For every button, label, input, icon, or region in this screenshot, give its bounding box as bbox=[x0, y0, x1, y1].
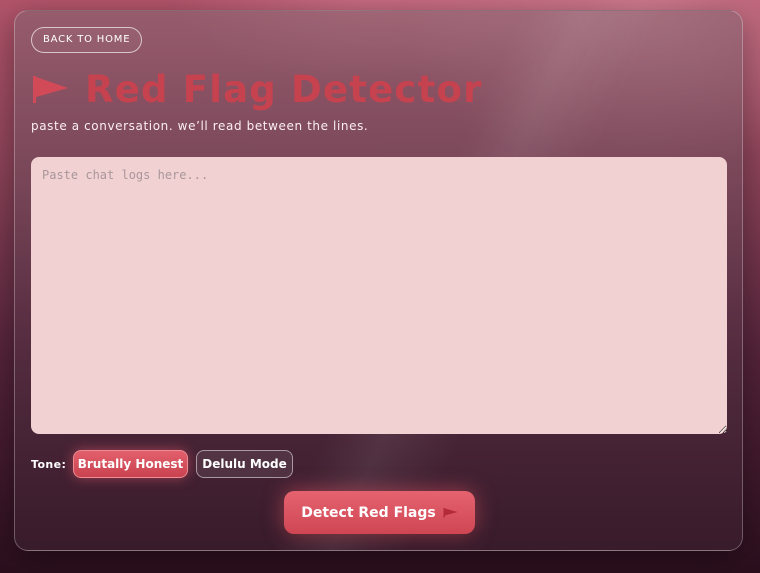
title-row: Red Flag Detector bbox=[31, 65, 483, 113]
detect-button-label: Detect Red Flags bbox=[301, 504, 436, 521]
page-title: Red Flag Detector bbox=[85, 67, 483, 111]
chat-logs-input[interactable] bbox=[31, 157, 727, 434]
red-flag-icon bbox=[443, 508, 458, 518]
page-subtitle: paste a conversation. we’ll read between… bbox=[31, 119, 369, 133]
tone-brutally-honest-button[interactable]: Brutally Honest bbox=[73, 450, 188, 478]
detect-red-flags-button[interactable]: Detect Red Flags bbox=[284, 491, 475, 534]
tone-delulu-mode-button[interactable]: Delulu Mode bbox=[196, 450, 293, 478]
back-to-home-button[interactable]: BACK TO HOME bbox=[31, 27, 143, 53]
red-flag-icon bbox=[33, 76, 68, 103]
tone-label: Tone: bbox=[31, 458, 67, 471]
detector-card: BACK TO HOME Red Flag Detector paste a c… bbox=[14, 10, 743, 551]
